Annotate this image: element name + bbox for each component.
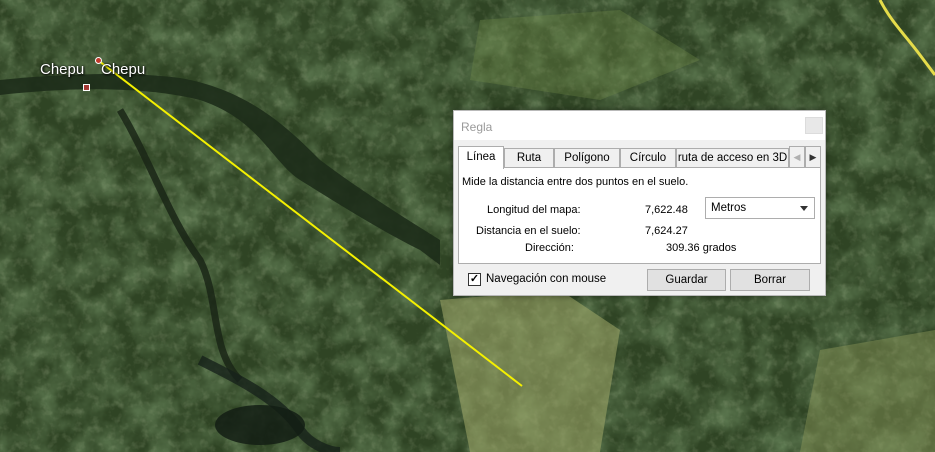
panel-description: Mide la distancia entre dos puntos en el… (462, 176, 689, 188)
tab-polygon[interactable]: Polígono (554, 148, 620, 168)
heading-label: Dirección: (525, 242, 574, 254)
mouse-nav-label[interactable]: Navegación con mouse (486, 273, 606, 285)
unit-select-value: Metros (711, 202, 747, 214)
unit-select[interactable]: Metros (705, 197, 815, 219)
tab-scroll-right-icon[interactable]: ▶ (805, 146, 821, 168)
tab-3d-path[interactable]: ruta de acceso en 3D (676, 148, 789, 168)
dialog-title: Regla (461, 120, 493, 134)
tab-scroll-left-icon[interactable]: ◀ (789, 146, 805, 168)
chevron-down-icon (800, 206, 808, 211)
heading-value: 309.36 grados (666, 242, 737, 254)
place-label-chepu-2[interactable]: Chepu (101, 61, 145, 78)
tab-route[interactable]: Ruta (504, 148, 554, 168)
tab-line[interactable]: Línea (458, 146, 504, 169)
tab-bar: Línea Ruta Polígono Círculo ruta de acce… (458, 146, 821, 169)
line-panel: Mide la distancia entre dos puntos en el… (458, 167, 821, 264)
ground-distance-label: Distancia en el suelo: (476, 225, 581, 237)
place-label-chepu[interactable]: Chepu (40, 61, 84, 78)
save-button[interactable]: Guardar (647, 269, 726, 291)
mouse-nav-checkbox[interactable]: ✓ (468, 273, 481, 286)
ruler-dialog: Regla Línea Ruta Polígono Círculo ruta d… (453, 110, 826, 296)
tab-circle[interactable]: Círculo (620, 148, 676, 168)
close-button[interactable] (805, 117, 823, 134)
ground-distance-value: 7,624.27 (645, 225, 688, 237)
map-length-value: 7,622.48 (645, 204, 688, 216)
clear-button[interactable]: Borrar (730, 269, 810, 291)
map-length-label: Longitud del mapa: (487, 204, 581, 216)
dialog-titlebar[interactable]: Regla (454, 111, 825, 140)
place-marker-icon[interactable] (83, 84, 90, 91)
